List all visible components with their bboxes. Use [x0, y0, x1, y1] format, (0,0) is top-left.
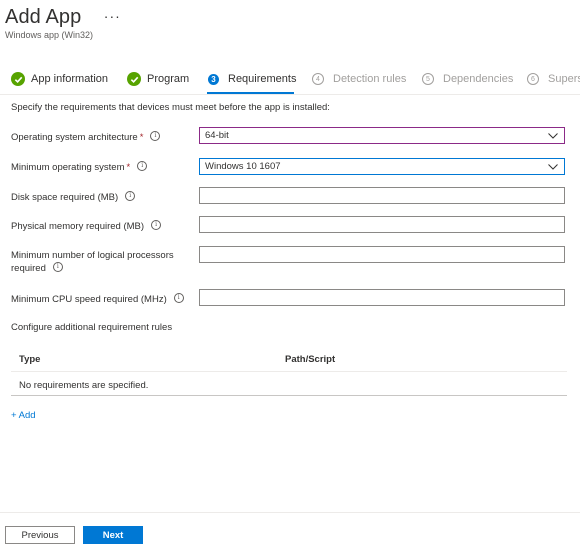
column-header-type[interactable]: Type — [19, 354, 40, 365]
cpu-speed-input[interactable] — [199, 289, 565, 306]
step-app-information[interactable]: App information — [11, 69, 108, 89]
info-icon[interactable]: i — [150, 131, 161, 142]
chevron-down-icon — [548, 163, 558, 170]
next-button[interactable]: Next — [83, 526, 143, 544]
info-icon[interactable]: i — [137, 161, 148, 172]
checkmark-icon — [127, 72, 141, 86]
step-program[interactable]: Program — [127, 69, 189, 89]
checkmark-icon — [11, 72, 25, 86]
step-detection-rules[interactable]: 4 Detection rules — [312, 69, 406, 89]
step-dependencies[interactable]: 5 Dependencies — [422, 69, 513, 89]
step-number-badge: 4 — [312, 73, 324, 85]
step-supersedence[interactable]: 6 Superse — [527, 69, 580, 89]
minimum-os-value: Windows 10 1607 — [205, 161, 281, 172]
column-header-path-script[interactable]: Path/Script — [285, 354, 335, 365]
disk-space-input[interactable] — [199, 187, 565, 204]
info-icon[interactable]: i — [151, 220, 162, 231]
minimum-os-label: Minimum operating system * i — [11, 161, 148, 174]
step-label: Dependencies — [443, 73, 514, 85]
empty-table-message: No requirements are specified. — [19, 380, 149, 391]
step-number-badge: 3 — [208, 73, 219, 85]
step-label: Program — [147, 73, 190, 85]
logical-processors-input[interactable] — [199, 246, 565, 263]
page-title: Add App — [5, 6, 82, 28]
cpu-speed-label: Minimum CPU speed required (MHz) i — [11, 293, 184, 306]
required-asterisk: * — [126, 162, 131, 173]
page-header: Add App ··· Windows app (Win32) — [5, 6, 121, 40]
additional-rules-heading: Configure additional requirement rules — [11, 322, 173, 333]
requirement-rules-table: Type Path/Script No requirements are spe… — [11, 347, 567, 396]
add-requirement-link[interactable]: + Add — [11, 410, 36, 421]
info-icon[interactable]: i — [52, 262, 63, 273]
step-number-badge: 5 — [422, 73, 434, 85]
step-label: App information — [31, 73, 109, 85]
page-subtitle: Windows app (Win32) — [5, 30, 94, 40]
logical-processors-label: Minimum number of logical processors req… — [11, 250, 174, 274]
chevron-down-icon — [548, 132, 558, 139]
table-row: No requirements are specified. — [11, 372, 567, 396]
os-architecture-dropdown[interactable]: 64-bit — [199, 127, 565, 144]
more-options-button[interactable]: ··· — [104, 8, 121, 24]
info-icon[interactable]: i — [173, 293, 184, 304]
minimum-os-dropdown[interactable]: Windows 10 1607 — [199, 158, 565, 175]
active-step-indicator — [207, 92, 294, 94]
step-label: Superse — [548, 73, 580, 85]
footer-bar: Previous Next — [0, 512, 580, 555]
step-number-badge: 6 — [527, 73, 539, 85]
os-architecture-label: Operating system architecture * i — [11, 131, 161, 144]
table-header: Type Path/Script — [11, 347, 567, 372]
step-requirements[interactable]: 3 Requirements — [208, 69, 296, 89]
physical-memory-input[interactable] — [199, 216, 565, 233]
requirements-description: Specify the requirements that devices mu… — [11, 102, 330, 113]
physical-memory-label: Physical memory required (MB) i — [11, 220, 162, 233]
required-asterisk: * — [139, 132, 144, 143]
step-label: Requirements — [228, 73, 297, 85]
disk-space-label: Disk space required (MB) i — [11, 191, 136, 204]
os-architecture-value: 64-bit — [205, 130, 229, 141]
step-label: Detection rules — [333, 73, 407, 85]
wizard-steps: App information Program 3 Requirements 4… — [0, 64, 580, 95]
previous-button[interactable]: Previous — [5, 526, 75, 544]
info-icon[interactable]: i — [125, 191, 136, 202]
